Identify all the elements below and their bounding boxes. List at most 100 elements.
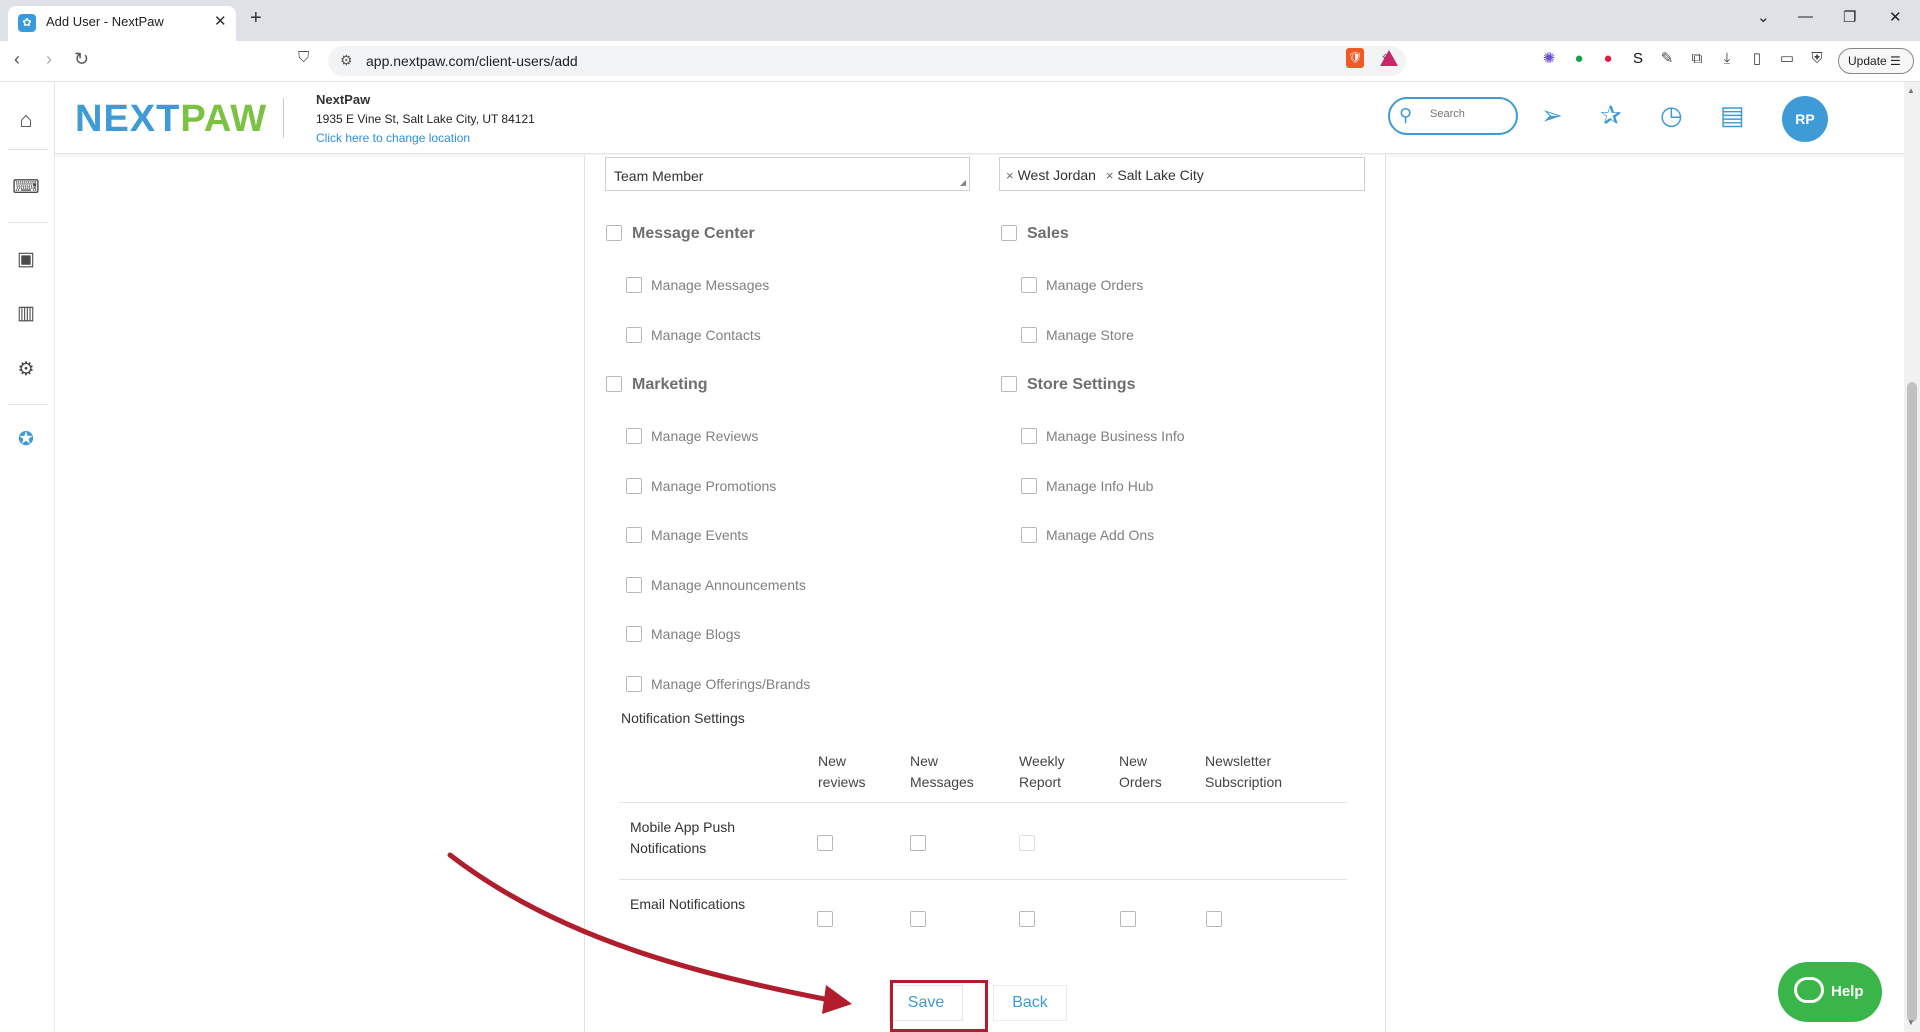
email-newsletter-checkbox[interactable]: [1206, 911, 1222, 927]
row-divider: [619, 802, 1347, 803]
change-location-link[interactable]: Click here to change location: [316, 131, 535, 145]
search-input[interactable]: [1430, 108, 1510, 120]
back-button[interactable]: Back: [993, 985, 1067, 1021]
col-header-line: Subscription: [1205, 774, 1283, 790]
manage-info-hub-checkbox[interactable]: [1021, 478, 1037, 494]
extension-s-icon[interactable]: S: [1629, 50, 1647, 68]
extension-flower-icon[interactable]: ✺: [1540, 50, 1558, 68]
extensions-puzzle-icon[interactable]: ⧉: [1688, 50, 1706, 68]
brave-shield-icon[interactable]: 🛡: [1346, 48, 1364, 68]
eyedropper-icon[interactable]: ✎: [1658, 50, 1676, 68]
nav-divider: [8, 149, 48, 150]
col-header-line: New: [818, 753, 847, 769]
manage-offerings-checkbox[interactable]: [626, 676, 642, 692]
send-icon[interactable]: ➢: [1541, 100, 1563, 131]
email-new-orders-checkbox[interactable]: [1120, 911, 1136, 927]
tab-close-icon[interactable]: ✕: [214, 12, 227, 30]
sales-label: Sales: [1027, 225, 1069, 242]
push-new-reviews-checkbox[interactable]: [817, 835, 833, 851]
business-name: NextPaw: [316, 92, 371, 107]
messages-icon[interactable]: ⌨: [10, 172, 42, 204]
maximize-icon[interactable]: ❐: [1843, 8, 1856, 26]
left-nav: ⌂ ⌨ ▣ ▥ ⚙ ✪: [0, 82, 55, 1032]
scroll-down-icon[interactable]: ▼: [1907, 1018, 1915, 1027]
billing-icon[interactable]: ▤: [1720, 100, 1745, 131]
forward-arrow-icon[interactable]: ›: [46, 49, 52, 70]
manage-reviews-label: Manage Reviews: [651, 428, 759, 444]
marketing-icon[interactable]: ▣: [10, 244, 42, 276]
avatar[interactable]: RP: [1782, 96, 1828, 142]
notification-settings-title: Notification Settings: [621, 710, 745, 726]
brave-rewards-icon[interactable]: [1380, 50, 1398, 66]
manage-events-checkbox[interactable]: [626, 527, 642, 543]
wallet-icon[interactable]: ▭: [1778, 50, 1796, 68]
manage-orders-checkbox[interactable]: [1021, 277, 1037, 293]
resize-grip-icon[interactable]: ◢: [960, 178, 966, 187]
award-badge-icon[interactable]: ✪: [10, 424, 42, 456]
minimize-icon[interactable]: —: [1798, 8, 1813, 25]
manage-business-info-checkbox[interactable]: [1021, 428, 1037, 444]
col-header-line: New: [910, 753, 939, 769]
push-new-messages-checkbox[interactable]: [910, 835, 926, 851]
marketing-checkbox[interactable]: [606, 376, 622, 392]
locations-multiselect[interactable]: × West Jordan × Salt Lake City: [999, 157, 1365, 191]
manage-contacts-checkbox[interactable]: [626, 327, 642, 343]
page-scrollbar[interactable]: ▲ ▼: [1904, 82, 1920, 1032]
tab-search-chevron-icon[interactable]: ⌄: [1757, 8, 1770, 26]
manage-events-label: Manage Events: [651, 527, 749, 543]
store-settings-checkbox[interactable]: [1001, 376, 1017, 392]
manage-announcements-checkbox[interactable]: [626, 577, 642, 593]
help-button[interactable]: Help: [1778, 962, 1882, 1022]
close-window-icon[interactable]: ✕: [1889, 8, 1902, 26]
push-weekly-report-checkbox: [1019, 835, 1035, 851]
scroll-up-icon[interactable]: ▲: [1907, 86, 1915, 95]
col-new-reviews: New reviews: [818, 751, 865, 793]
new-tab-icon[interactable]: +: [250, 7, 262, 30]
site-info-icon[interactable]: ⚙: [340, 52, 353, 69]
scroll-thumb[interactable]: [1907, 382, 1917, 1022]
email-new-reviews-checkbox[interactable]: [817, 911, 833, 927]
manage-reviews-checkbox[interactable]: [626, 428, 642, 444]
email-weekly-report-checkbox[interactable]: [1019, 911, 1035, 927]
reviews-stars-icon[interactable]: ✰: [1600, 100, 1622, 131]
bookmark-icon[interactable]: ⛉: [298, 49, 309, 66]
sidebar-icon[interactable]: ▯: [1748, 50, 1766, 68]
reload-icon[interactable]: ↻: [74, 49, 89, 70]
manage-add-ons-checkbox[interactable]: [1021, 527, 1037, 543]
col-header-line: New: [1119, 753, 1148, 769]
store-settings-icon[interactable]: ⚙: [10, 354, 42, 386]
manage-blogs-checkbox[interactable]: [626, 626, 642, 642]
manage-offerings-label: Manage Offerings/Brands: [651, 676, 811, 692]
tab-title: Add User - NextPaw: [46, 14, 164, 29]
back-arrow-icon[interactable]: ‹: [14, 49, 20, 70]
browser-tab[interactable]: ✿ Add User - NextPaw ✕: [8, 6, 236, 41]
search-box[interactable]: ⚲: [1388, 97, 1518, 135]
location-tag-label: Salt Lake City: [1117, 167, 1204, 183]
remove-tag-icon[interactable]: ×: [1106, 168, 1114, 183]
sales-checkbox[interactable]: [1001, 225, 1017, 241]
store-settings-label: Store Settings: [1027, 376, 1136, 393]
email-new-messages-checkbox[interactable]: [910, 911, 926, 927]
col-header-line: Weekly: [1019, 753, 1065, 769]
manage-blogs-label: Manage Blogs: [651, 626, 741, 642]
nextpaw-logo[interactable]: NEXTPAW: [75, 98, 267, 141]
message-center-checkbox[interactable]: [606, 225, 622, 241]
role-value: Team Member: [614, 168, 704, 184]
extension-red-icon[interactable]: ●: [1599, 50, 1617, 68]
nextpaw-favicon-icon: ✿: [18, 14, 36, 32]
remove-tag-icon[interactable]: ×: [1006, 168, 1014, 183]
home-icon[interactable]: ⌂: [10, 104, 42, 136]
manage-messages-checkbox[interactable]: [626, 277, 642, 293]
role-field[interactable]: Team Member ◢: [605, 157, 970, 191]
row-divider: [619, 879, 1347, 880]
update-button[interactable]: Update ☰: [1838, 48, 1914, 74]
vpn-shield-icon[interactable]: ⛨: [1808, 50, 1826, 68]
clock-icon[interactable]: ◷: [1660, 100, 1683, 131]
address-bar[interactable]: ⚙ app.nextpaw.com/client-users/add ⇪: [328, 46, 1406, 76]
grammarly-icon[interactable]: ●: [1570, 50, 1588, 68]
manage-store-checkbox[interactable]: [1021, 327, 1037, 343]
manage-promotions-checkbox[interactable]: [626, 478, 642, 494]
sales-chart-icon[interactable]: ▥: [10, 298, 42, 330]
business-info: NextPaw 1935 E Vine St, Salt Lake City, …: [316, 92, 535, 145]
downloads-icon[interactable]: ⤓: [1718, 50, 1736, 68]
